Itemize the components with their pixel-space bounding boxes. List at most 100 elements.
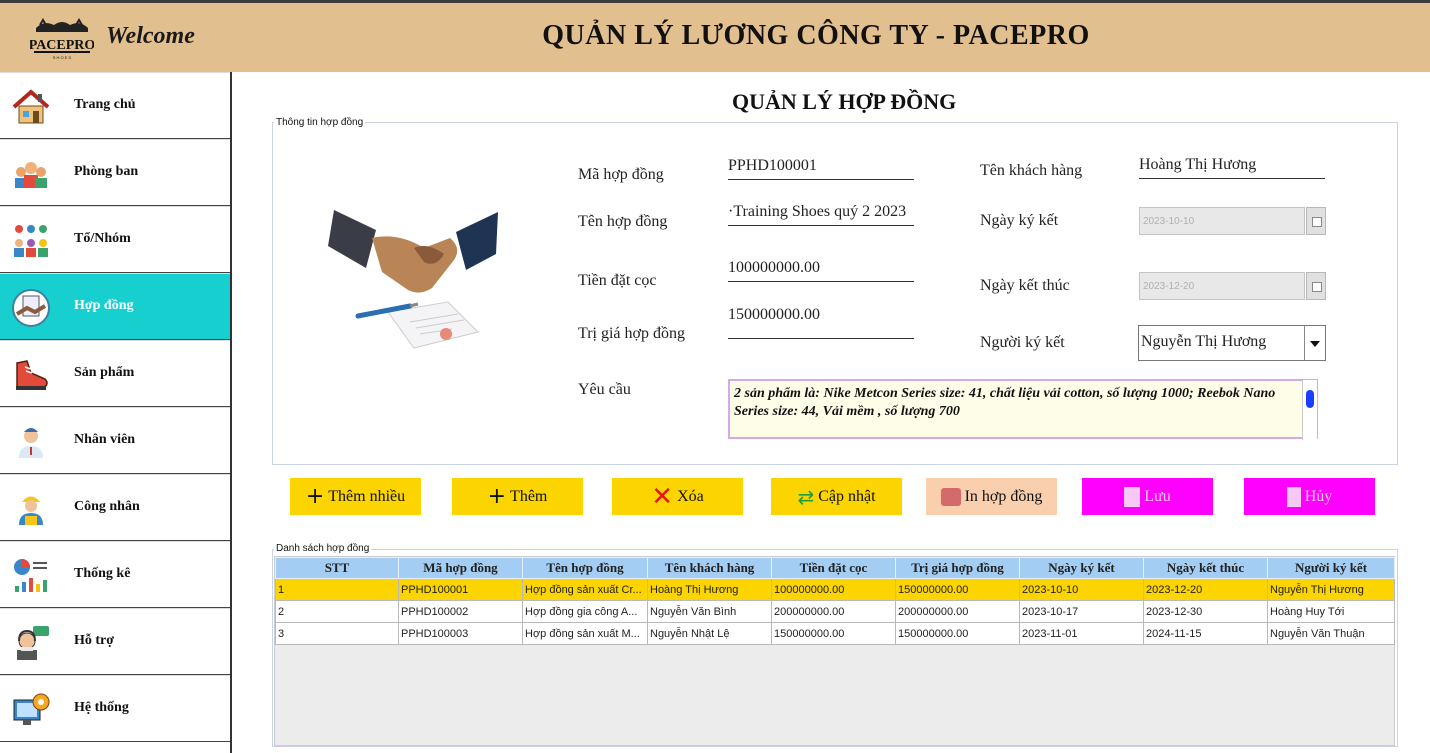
- column-header[interactable]: Người ký kết: [1267, 557, 1395, 579]
- contract-id-field[interactable]: PPHD100001: [728, 157, 914, 180]
- deposit-label: Tiền đặt cọc: [578, 272, 657, 289]
- table-cell: PPHD100003: [398, 622, 523, 645]
- table-cell: Nguyễn Văn Bình: [647, 600, 772, 623]
- sidebar-item-nhan-vien[interactable]: Nhân viên: [0, 407, 230, 474]
- table-cell: Hợp đồng sản xuất M...: [522, 622, 648, 645]
- sidebar-item-hop-dong[interactable]: Hợp đồng: [0, 273, 230, 340]
- sign-date-calendar-button[interactable]: [1306, 207, 1326, 235]
- table-cell: 2024-11-15: [1143, 622, 1268, 645]
- refresh-icon: ⇄: [797, 484, 815, 509]
- table-row[interactable]: 2 PPHD100002 Hợp đồng gia công A... Nguy…: [275, 600, 1395, 623]
- table-cell: Hoàng Huy Tới: [1267, 600, 1395, 623]
- chevron-down-icon[interactable]: [1304, 326, 1325, 360]
- sidebar-item-phong-ban[interactable]: Phòng ban: [0, 139, 230, 206]
- print-contract-button[interactable]: In hợp đồng: [926, 478, 1057, 515]
- column-header[interactable]: Tiền đặt cọc: [771, 557, 896, 579]
- add-many-button[interactable]: + Thêm nhiều: [290, 478, 421, 515]
- signer-selected-value: Nguyễn Thị Hương: [1141, 333, 1267, 350]
- system-icon: [13, 693, 50, 725]
- contract-table: STT Mã hợp đồng Tên hợp đồng Tên khách h…: [275, 557, 1395, 645]
- printer-icon: [940, 487, 961, 506]
- save-button[interactable]: Lưu: [1082, 478, 1213, 515]
- sidebar-item-trang-chu[interactable]: Trang chủ: [0, 72, 230, 139]
- table-cell: 200000000.00: [895, 600, 1020, 623]
- sidebar-item-label: Trang chủ: [74, 97, 136, 112]
- contract-table-container: STT Mã hợp đồng Tên hợp đồng Tên khách h…: [274, 556, 1395, 746]
- contract-info-group-label: Thông tin hợp đồng: [274, 117, 366, 128]
- table-cell: 200000000.00: [771, 600, 896, 623]
- deposit-field[interactable]: 100000000.00: [728, 259, 914, 282]
- table-cell: 2023-12-20: [1143, 578, 1268, 601]
- requirements-textarea[interactable]: 2 sản phẩm là: Nike Metcon Series size: …: [728, 379, 1318, 440]
- add-button[interactable]: + Thêm: [452, 478, 583, 515]
- requirements-scrollbar[interactable]: [1302, 380, 1317, 440]
- table-cell: 100000000.00: [771, 578, 896, 601]
- column-header[interactable]: Tên hợp đồng: [522, 557, 648, 579]
- sidebar-item-label: Sản phẩm: [74, 365, 135, 380]
- top-header: PACEPRO S H O E S Welcome QUẢN LÝ LƯƠNG …: [0, 0, 1430, 72]
- plus-icon: +: [305, 484, 325, 509]
- table-row[interactable]: 3 PPHD100003 Hợp đồng sản xuất M... Nguy…: [275, 622, 1395, 645]
- sidebar-item-label: Phòng ban: [74, 164, 139, 179]
- sidebar-item-to-nhom[interactable]: Tổ/Nhóm: [0, 206, 230, 273]
- customer-name-label: Tên khách hàng: [980, 162, 1083, 179]
- table-cell: Nguyễn Văn Thuận: [1267, 622, 1395, 645]
- x-icon: ✕: [651, 481, 674, 512]
- shoe-icon: [16, 360, 48, 390]
- table-row[interactable]: 1 PPHD100001 Hợp đồng sản xuất Cr... Hoà…: [275, 578, 1395, 601]
- table-header-row: STT Mã hợp đồng Tên hợp đồng Tên khách h…: [275, 557, 1395, 579]
- contract-icon: [12, 289, 50, 327]
- sign-date-field[interactable]: 2023-10-10: [1139, 207, 1305, 235]
- update-button[interactable]: ⇄ Cập nhật: [771, 478, 902, 515]
- table-cell: 150000000.00: [895, 578, 1020, 601]
- table-cell: 150000000.00: [895, 622, 1020, 645]
- table-cell: Nguyễn Thị Hương: [1267, 578, 1395, 601]
- handshake-illustration: [328, 210, 498, 349]
- contract-list-group-label: Danh sách hợp đồng: [274, 543, 372, 554]
- table-cell: 2023-12-30: [1143, 600, 1268, 623]
- sidebar-item-he-thong[interactable]: Hệ thống: [0, 675, 230, 742]
- contract-value-field[interactable]: 150000000.00: [728, 306, 914, 339]
- column-header[interactable]: Mã hợp đồng: [398, 557, 523, 579]
- sign-date-label: Ngày ký kết: [980, 212, 1059, 229]
- svg-text:S H O E S: S H O E S: [53, 55, 72, 60]
- customer-name-field[interactable]: Hoàng Thị Hương: [1139, 156, 1325, 179]
- app-title: QUẢN LÝ LƯƠNG CÔNG TY - PACEPRO: [542, 20, 1090, 51]
- contract-name-label: Tên hợp đồng: [578, 213, 668, 230]
- support-icon: [17, 626, 49, 660]
- sidebar-item-san-pham[interactable]: Sản phẩm: [0, 340, 230, 407]
- contract-id-label: Mã hợp đồng: [578, 166, 664, 183]
- signer-label: Người ký kết: [980, 334, 1065, 351]
- worker-icon: [19, 496, 43, 525]
- table-cell: Hoàng Thị Hương: [647, 578, 772, 601]
- table-cell: 1: [275, 578, 399, 601]
- table-cell: Nguyễn Nhật Lệ: [647, 622, 772, 645]
- signer-select[interactable]: Nguyễn Thị Hương: [1138, 325, 1326, 361]
- sidebar-item-cong-nhan[interactable]: Công nhân: [0, 474, 230, 541]
- delete-button[interactable]: ✕ Xóa: [612, 478, 743, 515]
- column-header[interactable]: Ngày ký kết: [1019, 557, 1144, 579]
- group-icon: [14, 225, 48, 257]
- end-date-calendar-button[interactable]: [1306, 272, 1326, 300]
- document-icon: [1124, 486, 1141, 507]
- trash-icon: [1286, 486, 1301, 507]
- plus-icon: +: [487, 484, 507, 509]
- column-header[interactable]: Trị giá hợp đồng: [895, 557, 1020, 579]
- column-header[interactable]: Ngày kết thúc: [1143, 557, 1268, 579]
- contract-name-field[interactable]: ·Training Shoes quý 2 2023: [728, 203, 914, 226]
- page-title: QUẢN LÝ HỢP ĐỒNG: [732, 89, 957, 114]
- table-cell: PPHD100001: [398, 578, 523, 601]
- employee-icon: [19, 428, 43, 458]
- sidebar-item-thong-ke[interactable]: Thống kê: [0, 541, 230, 608]
- sidebar-item-ho-tro[interactable]: Hỗ trợ: [0, 608, 230, 675]
- requirements-text: 2 sản phẩm là: Nike Metcon Series size: …: [734, 386, 1276, 419]
- sidebar-item-label: Thống kê: [74, 566, 131, 581]
- column-header[interactable]: Tên khách hàng: [647, 557, 772, 579]
- cancel-button[interactable]: Hủy: [1244, 478, 1375, 515]
- sidebar-item-label: Nhân viên: [74, 432, 136, 447]
- end-date-field[interactable]: 2023-12-20: [1139, 272, 1305, 300]
- table-cell: 2: [275, 600, 399, 623]
- sidebar-item-label: Tổ/Nhóm: [74, 231, 131, 246]
- table-cell: 3: [275, 622, 399, 645]
- column-header[interactable]: STT: [275, 557, 399, 579]
